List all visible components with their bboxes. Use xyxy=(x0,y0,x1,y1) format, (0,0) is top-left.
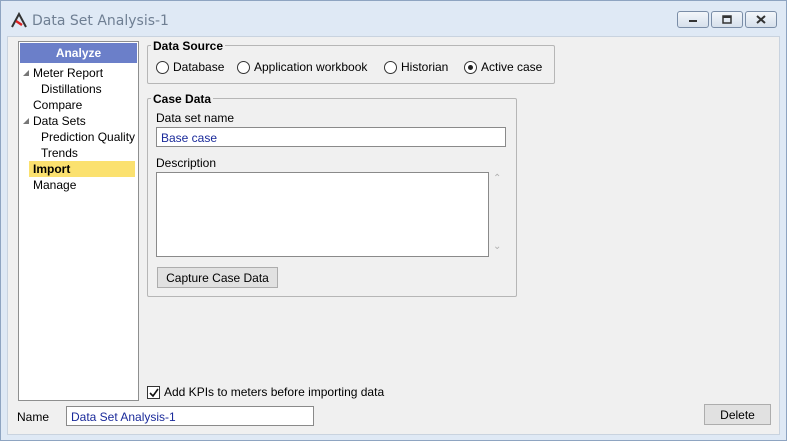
name-label: Name xyxy=(17,410,50,424)
add-kpis-checkbox[interactable]: Add KPIs to meters before importing data xyxy=(147,385,384,399)
app-window: Data Set Analysis-1 Analyze Meter Report… xyxy=(0,0,787,441)
title-bar[interactable]: Data Set Analysis-1 xyxy=(1,1,786,37)
minimize-icon xyxy=(689,19,697,22)
nav-item-import[interactable]: Import xyxy=(29,161,135,177)
name-input[interactable]: Data Set Analysis-1 xyxy=(66,406,314,426)
expanded-triangle-icon[interactable] xyxy=(22,117,30,125)
radio-label: Application workbook xyxy=(254,60,368,74)
expanded-triangle-icon[interactable] xyxy=(22,69,30,77)
nav-header: Analyze xyxy=(20,43,137,63)
radio-historian[interactable]: Historian xyxy=(384,59,448,75)
close-button[interactable] xyxy=(745,11,777,28)
restore-icon xyxy=(722,15,732,24)
description-label: Description xyxy=(156,156,217,170)
scroll-up-icon[interactable]: ⌃ xyxy=(493,173,501,184)
scroll-down-icon[interactable]: ⌄ xyxy=(493,241,501,252)
radio-circle-checked[interactable] xyxy=(464,60,477,74)
radio-label: Historian xyxy=(401,60,449,74)
radio-circle[interactable] xyxy=(384,60,397,74)
checkmark-icon xyxy=(149,388,159,397)
nav-item-distillations[interactable]: Distillations xyxy=(41,81,102,97)
minimize-button[interactable] xyxy=(677,11,709,28)
checkbox-label: Add KPIs to meters before importing data xyxy=(164,385,385,399)
radio-circle[interactable] xyxy=(237,60,250,74)
analyze-nav-panel: Analyze Meter Report Distillations Compa… xyxy=(18,41,139,401)
data-source-title: Data Source xyxy=(151,39,226,53)
radio-database[interactable]: Database xyxy=(156,59,224,75)
close-icon xyxy=(756,15,766,24)
nav-item-data-sets[interactable]: Data Sets xyxy=(33,113,86,129)
data-set-name-input[interactable]: Base case xyxy=(156,127,506,147)
radio-label: Database xyxy=(173,60,225,74)
radio-label: Active case xyxy=(481,60,543,74)
description-textarea[interactable] xyxy=(156,172,489,257)
case-data-title: Case Data xyxy=(151,92,214,106)
capture-case-data-button[interactable]: Capture Case Data xyxy=(157,267,278,288)
nav-item-prediction-quality[interactable]: Prediction Quality xyxy=(41,129,135,145)
radio-circle[interactable] xyxy=(156,60,169,74)
app-logo-icon xyxy=(11,12,27,28)
radio-application-workbook[interactable]: Application workbook xyxy=(237,59,367,75)
nav-item-manage[interactable]: Manage xyxy=(33,177,76,193)
data-set-name-label: Data set name xyxy=(156,111,235,125)
window-title: Data Set Analysis-1 xyxy=(32,13,169,29)
restore-button[interactable] xyxy=(711,11,743,28)
main-panel: Analyze Meter Report Distillations Compa… xyxy=(7,36,780,435)
checkbox-box[interactable] xyxy=(147,385,160,399)
radio-active-case[interactable]: Active case xyxy=(464,59,542,75)
nav-item-meter-report[interactable]: Meter Report xyxy=(33,65,103,81)
nav-item-trends[interactable]: Trends xyxy=(41,145,78,161)
delete-button[interactable]: Delete xyxy=(704,404,771,425)
nav-item-compare[interactable]: Compare xyxy=(33,97,82,113)
